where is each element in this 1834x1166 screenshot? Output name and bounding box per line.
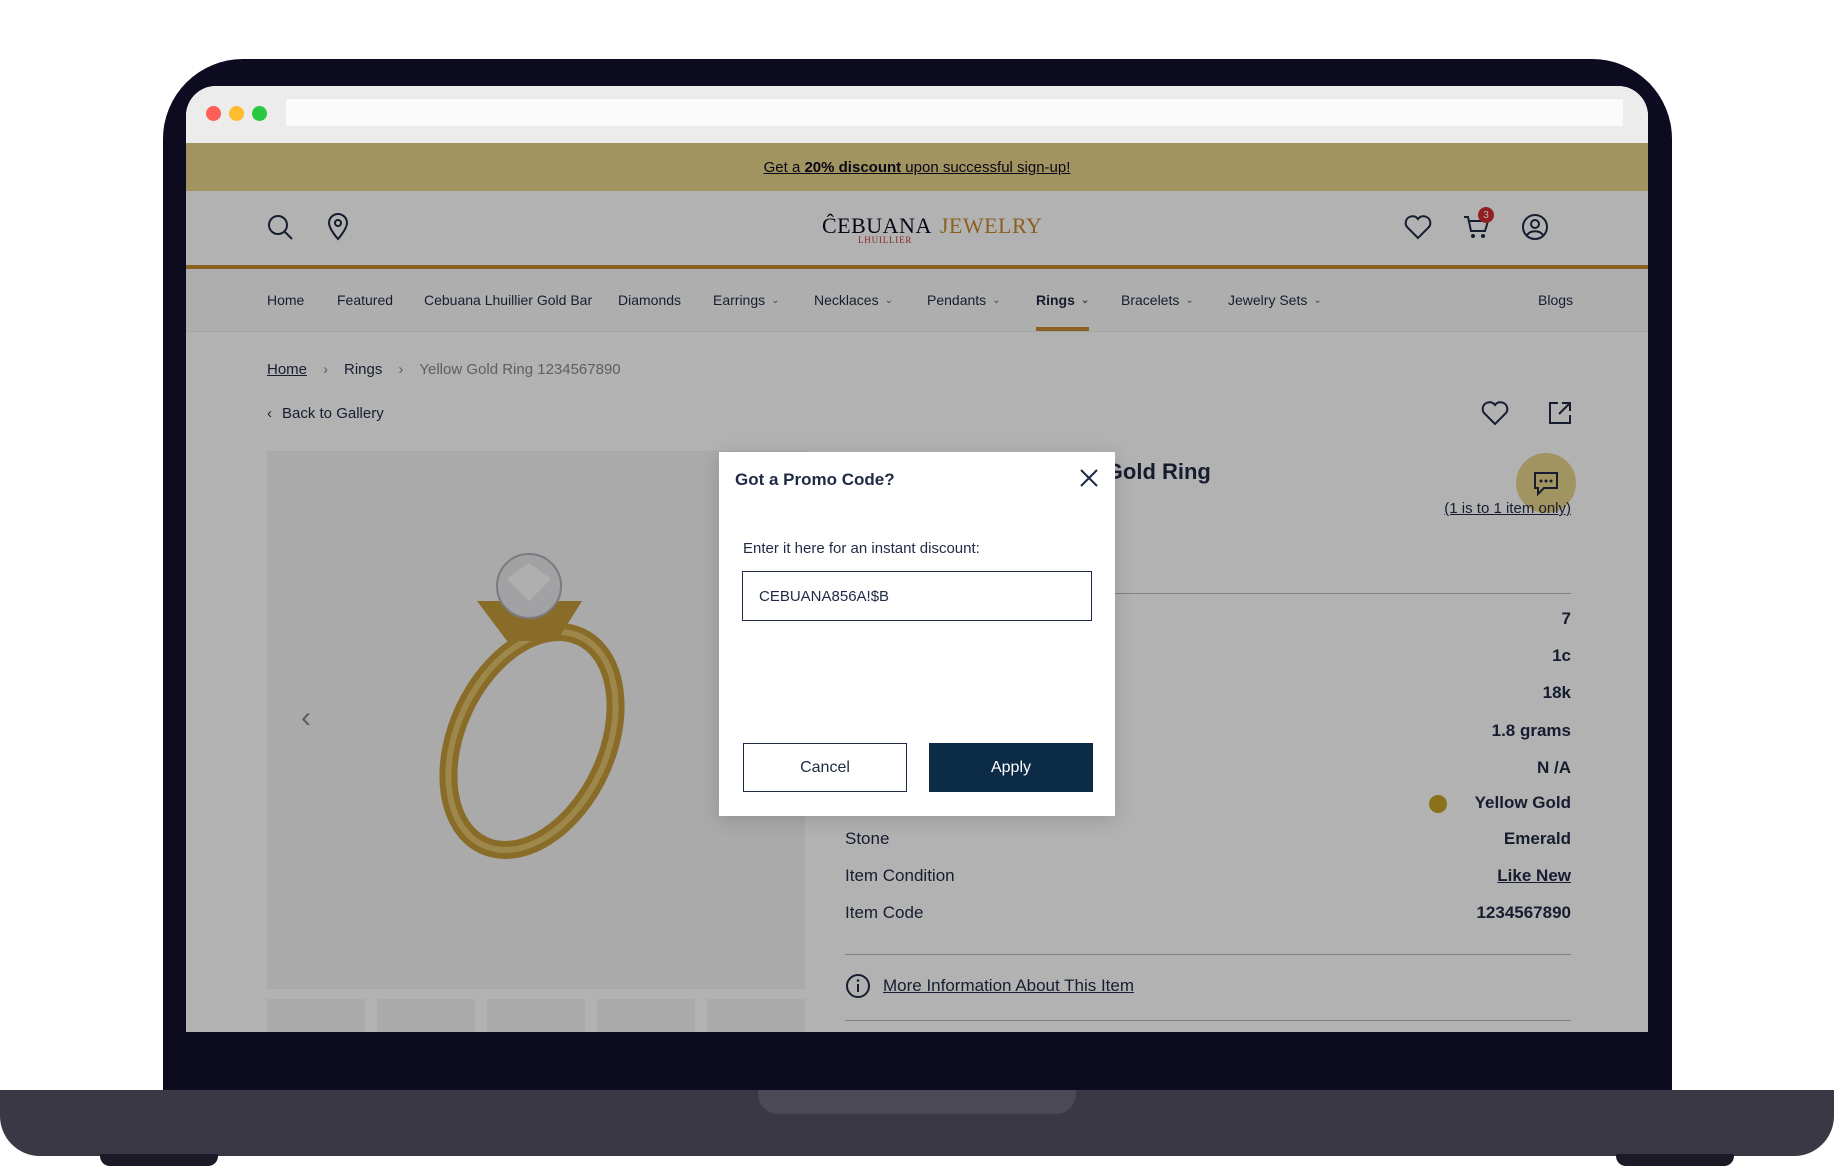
close-window-dot[interactable] (206, 106, 221, 121)
modal-prompt: Enter it here for an instant discount: (743, 540, 980, 557)
modal-title: Got a Promo Code? (735, 470, 895, 489)
laptop-foot (100, 1154, 218, 1166)
browser-chrome (186, 86, 1648, 143)
screen: Get a 20% discount upon successful sign-… (186, 86, 1648, 1032)
apply-button[interactable]: Apply (929, 743, 1093, 792)
promo-code-modal: Got a Promo Code? Enter it here for an i… (719, 452, 1115, 816)
close-icon[interactable] (1077, 466, 1101, 490)
cancel-button[interactable]: Cancel (743, 743, 907, 792)
laptop-foot (1616, 1154, 1734, 1166)
promo-code-input[interactable] (742, 571, 1092, 621)
maximize-window-dot[interactable] (252, 106, 267, 121)
address-bar[interactable] (286, 99, 1623, 126)
laptop-notch (758, 1090, 1076, 1114)
minimize-window-dot[interactable] (229, 106, 244, 121)
page: Get a 20% discount upon successful sign-… (186, 143, 1648, 1032)
